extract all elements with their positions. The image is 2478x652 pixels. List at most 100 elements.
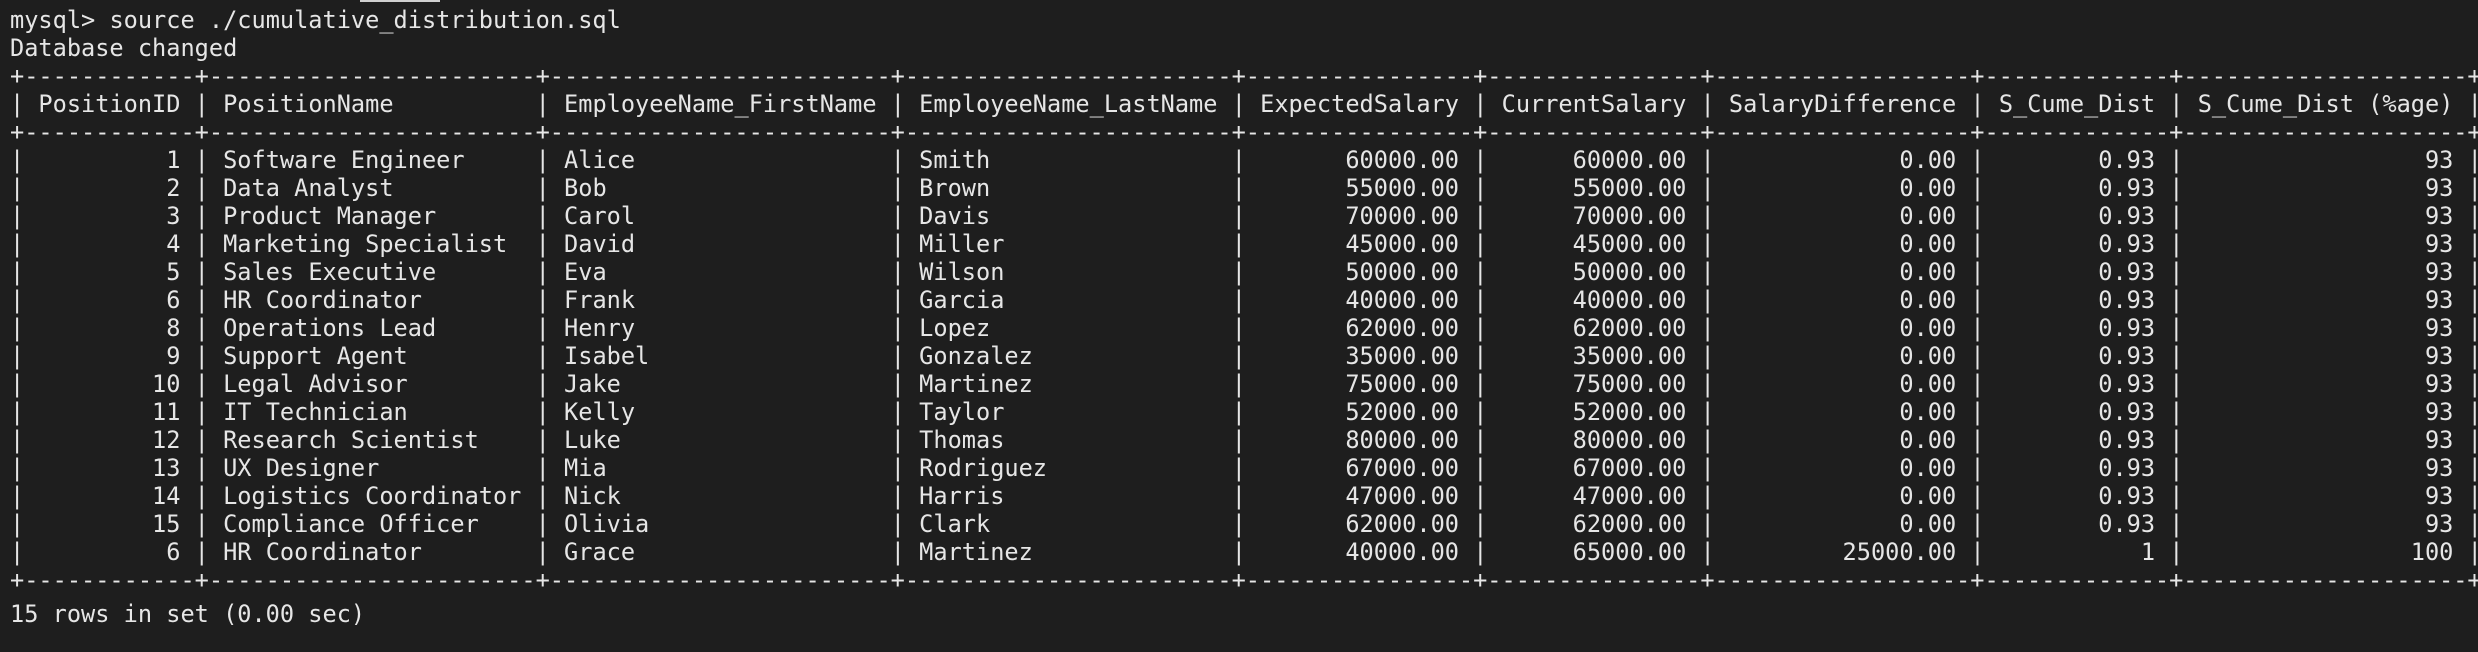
table-cell: 35000.00	[1501, 342, 1687, 370]
table-cell: David	[564, 230, 877, 258]
table-cell: 93	[2197, 342, 2454, 370]
table-cell: 67000.00	[1501, 454, 1687, 482]
table-row: | 13 | UX Designer | Mia | Rodriguez | 6…	[10, 454, 2478, 482]
table-cell: 0.93	[1998, 510, 2156, 538]
table-cell: Logistics Coordinator	[223, 482, 522, 510]
table-row: | 4 | Marketing Specialist | David | Mil…	[10, 230, 2478, 258]
table-cell: 62000.00	[1260, 314, 1459, 342]
table-cell: Alice	[564, 146, 877, 174]
table-cell: 47000.00	[1260, 482, 1459, 510]
table-cell: 45000.00	[1501, 230, 1687, 258]
table-cell: 1	[1998, 538, 2156, 566]
table-cell: Mia	[564, 454, 877, 482]
table-cell: 50000.00	[1260, 258, 1459, 286]
table-cell: 60000.00	[1501, 146, 1687, 174]
column-header: CurrentSalary	[1501, 90, 1687, 118]
table-cell: 0.93	[1998, 230, 2156, 258]
table-cell: 70000.00	[1260, 202, 1459, 230]
table-cell: UX Designer	[223, 454, 522, 482]
table-cell: 0.93	[1998, 370, 2156, 398]
table-cell: 0.00	[1728, 454, 1957, 482]
table-cell: 93	[2197, 314, 2454, 342]
command-line: mysql> source ./cumulative_distribution.…	[10, 0, 2468, 34]
table-row: | 2 | Data Analyst | Bob | Brown | 55000…	[10, 174, 2478, 202]
table-cell: 0.00	[1728, 258, 1957, 286]
table-cell: 15	[38, 510, 181, 538]
table-cell: 62000.00	[1501, 314, 1687, 342]
table-cell: 0.00	[1728, 146, 1957, 174]
table-cell: 0.93	[1998, 146, 2156, 174]
table-cell: 1	[38, 146, 181, 174]
table-cell: 50000.00	[1501, 258, 1687, 286]
table-cell: 35000.00	[1260, 342, 1459, 370]
table-cell: Frank	[564, 286, 877, 314]
table-cell: Miller	[919, 230, 1218, 258]
table-cell: 75000.00	[1501, 370, 1687, 398]
table-cell: 0.93	[1998, 342, 2156, 370]
table-cell: 8	[38, 314, 181, 342]
table-cell: Software Engineer	[223, 146, 522, 174]
table-cell: 0.00	[1728, 230, 1957, 258]
table-cell: 93	[2197, 454, 2454, 482]
table-cell: 93	[2197, 286, 2454, 314]
table-cell: HR Coordinator	[223, 286, 522, 314]
table-cell: 55000.00	[1260, 174, 1459, 202]
table-cell: 0.00	[1728, 510, 1957, 538]
table-cell: Data Analyst	[223, 174, 522, 202]
terminal-window[interactable]: mysql> source ./cumulative_distribution.…	[0, 0, 2478, 652]
table-cell: Eva	[564, 258, 877, 286]
table-cell: Garcia	[919, 286, 1218, 314]
table-cell: 2	[38, 174, 181, 202]
table-cell: Clark	[919, 510, 1218, 538]
table-cell: 93	[2197, 258, 2454, 286]
table-cell: 0.00	[1728, 202, 1957, 230]
table-row: | 6 | HR Coordinator | Frank | Garcia | …	[10, 286, 2478, 314]
table-cell: Smith	[919, 146, 1218, 174]
table-row: | 12 | Research Scientist | Luke | Thoma…	[10, 426, 2478, 454]
table-cell: Nick	[564, 482, 877, 510]
table-row: | 11 | IT Technician | Kelly | Taylor | …	[10, 398, 2478, 426]
table-cell: 0.00	[1728, 286, 1957, 314]
table-cell: 52000.00	[1260, 398, 1459, 426]
table-cell: 0.00	[1728, 398, 1957, 426]
table-border-header: +------------+-----------------------+--…	[10, 118, 2478, 146]
table-cell: 5	[38, 258, 181, 286]
table-cell: 93	[2197, 202, 2454, 230]
table-cell: 93	[2197, 482, 2454, 510]
command-text: source ./cumulative_distribution.sql	[109, 6, 621, 34]
table-cell: Henry	[564, 314, 877, 342]
table-cell: Rodriguez	[919, 454, 1218, 482]
table-cell: 6	[38, 286, 181, 314]
table-cell: 0.93	[1998, 202, 2156, 230]
table-cell: 40000.00	[1260, 286, 1459, 314]
table-cell: Taylor	[919, 398, 1218, 426]
table-cell: 11	[38, 398, 181, 426]
table-row: | 3 | Product Manager | Carol | Davis | …	[10, 202, 2478, 230]
table-cell: 80000.00	[1260, 426, 1459, 454]
table-cell: 10	[38, 370, 181, 398]
table-cell: 0.93	[1998, 286, 2156, 314]
column-header: ExpectedSalary	[1260, 90, 1459, 118]
table-cell: Carol	[564, 202, 877, 230]
table-cell: 0.93	[1998, 454, 2156, 482]
table-cell: 75000.00	[1260, 370, 1459, 398]
table-cell: 6	[38, 538, 181, 566]
table-row: | 5 | Sales Executive | Eva | Wilson | 5…	[10, 258, 2478, 286]
table-cell: Product Manager	[223, 202, 522, 230]
table-header-row: | PositionID | PositionName | EmployeeNa…	[10, 90, 2478, 118]
table-cell: 62000.00	[1501, 510, 1687, 538]
table-cell: Grace	[564, 538, 877, 566]
table-cell: 40000.00	[1260, 538, 1459, 566]
column-header: EmployeeName_LastName	[919, 90, 1218, 118]
table-cell: Legal Advisor	[223, 370, 522, 398]
table-cell: 55000.00	[1501, 174, 1687, 202]
column-header: S_Cume_Dist	[1998, 90, 2156, 118]
table-cell: 93	[2197, 174, 2454, 202]
column-header: PositionName	[223, 90, 522, 118]
table-row: | 1 | Software Engineer | Alice | Smith …	[10, 146, 2478, 174]
table-cell: 13	[38, 454, 181, 482]
status-message: Database changed	[10, 34, 238, 62]
table-cell: Support Agent	[223, 342, 522, 370]
table-cell: 0.93	[1998, 482, 2156, 510]
table-cell: IT Technician	[223, 398, 522, 426]
